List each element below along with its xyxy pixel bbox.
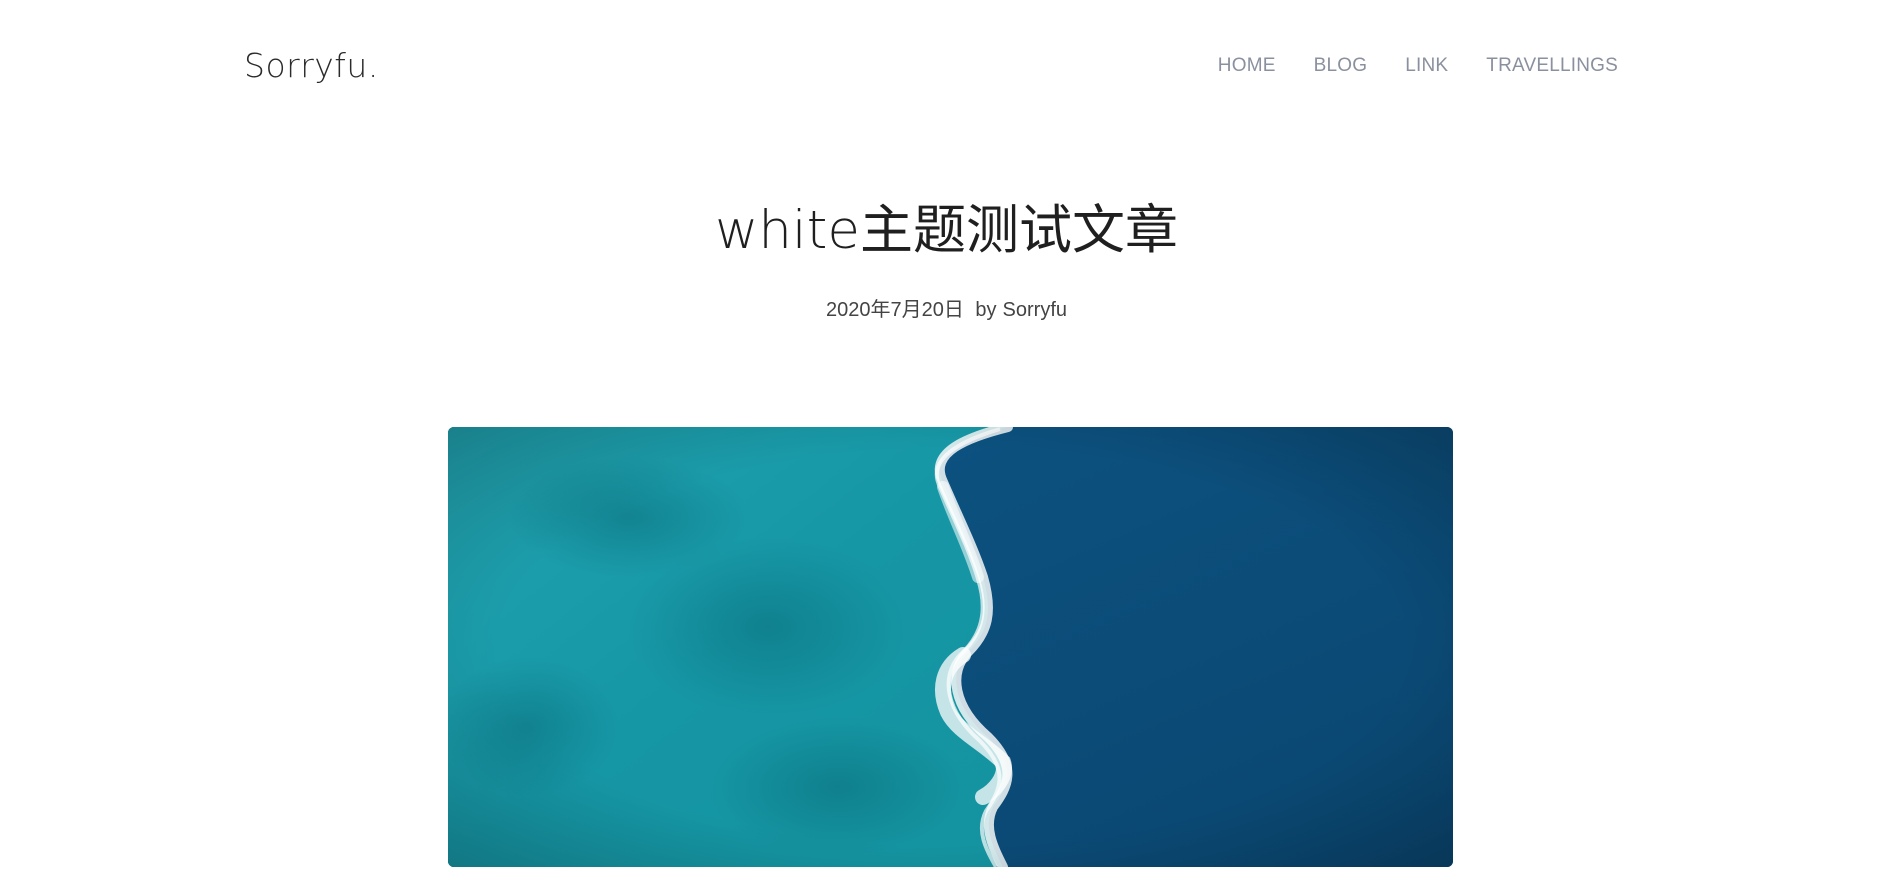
post-by-label: by (975, 299, 997, 321)
post-author[interactable]: Sorryfu (1003, 299, 1067, 321)
post-date: 2020年7月20日 (825, 299, 964, 321)
post-title: white主题测试文章 (714, 200, 1179, 261)
site-logo-link[interactable]: Sorryfu. (244, 44, 379, 88)
nav-item-travellings[interactable]: TRAVELLINGS (1486, 52, 1618, 80)
ocean-aerial-image (448, 427, 1453, 867)
nav-item-link[interactable]: LINK (1405, 52, 1448, 80)
site-header: Sorryfu. HOME BLOG LINK TRAVELLINGS (0, 0, 1893, 132)
nav-item-home[interactable]: HOME (1218, 52, 1276, 80)
post-meta: 2020年7月20日 by Sorryfu (0, 296, 1893, 324)
main-nav: HOME BLOG LINK TRAVELLINGS (1218, 52, 1618, 80)
nav-item-blog[interactable]: BLOG (1314, 52, 1368, 80)
post-cover-image (448, 427, 1453, 867)
